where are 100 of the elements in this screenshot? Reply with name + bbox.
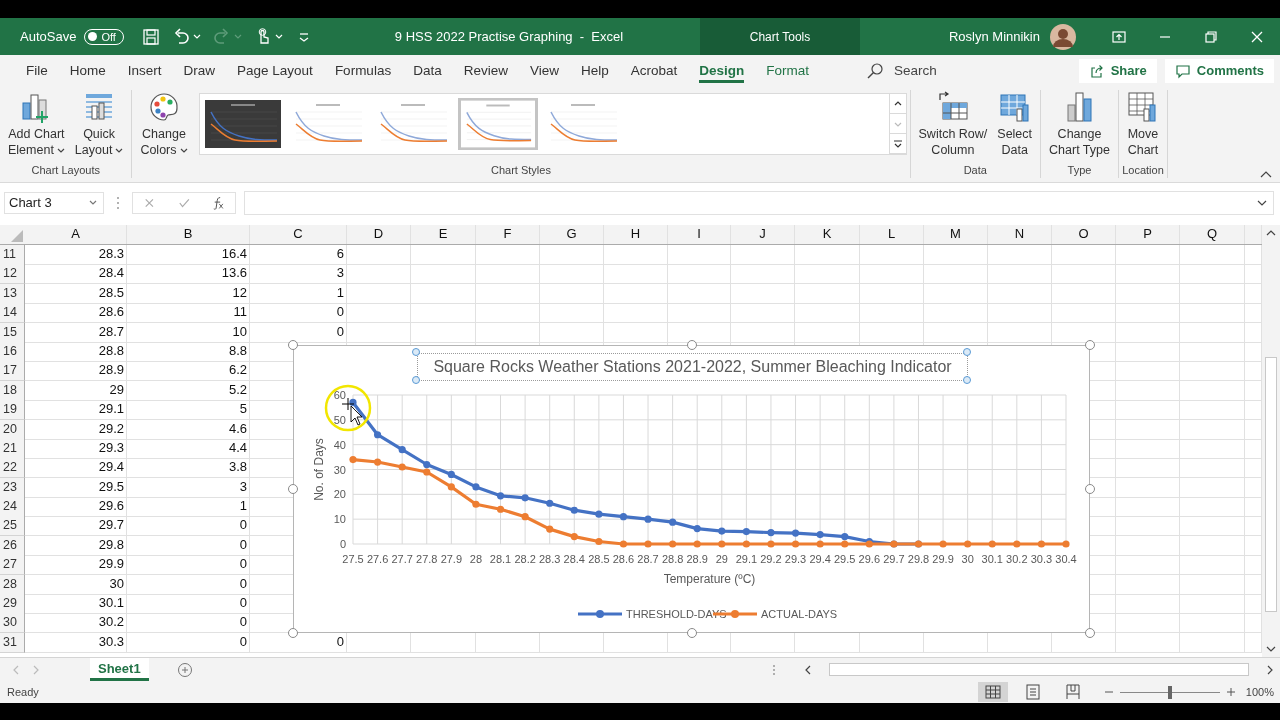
ribbon-tab[interactable]: File (15, 55, 59, 86)
row-header[interactable]: 13 (0, 283, 25, 304)
table-cell: 28.8 (25, 341, 127, 362)
search-field[interactable]: Search (892, 62, 1017, 79)
share-button[interactable]: Share (1078, 58, 1157, 83)
axis-tick-label: 60 (333, 389, 346, 401)
vertical-scrollbar[interactable] (1262, 225, 1280, 657)
restore-icon[interactable] (1203, 28, 1219, 45)
resize-handle[interactable] (1085, 340, 1095, 350)
row-header[interactable]: 29 (0, 594, 25, 615)
slider-thumb[interactable] (1167, 685, 1172, 699)
table-cell: 3 (127, 477, 250, 498)
palette-icon (147, 91, 180, 123)
resize-handle[interactable] (963, 376, 971, 384)
ribbon-tab[interactable]: View (518, 55, 570, 86)
chart-title[interactable]: Square Rocks Weather Stations 2021-2022, Summer Bleaching Indicator (417, 353, 968, 381)
ribbon-command[interactable]: Add Chart Element (3, 90, 70, 158)
ribbon-command[interactable]: Move Chart (1121, 90, 1164, 158)
ribbon-tab[interactable]: Home (58, 55, 117, 86)
ribbon-tab[interactable]: Review (452, 55, 519, 86)
column-header[interactable]: H (604, 225, 668, 244)
ribbon-tab[interactable]: Help (569, 55, 620, 86)
ribbon-command[interactable]: Quick Layout (69, 90, 129, 158)
row-header[interactable]: 12 (0, 264, 25, 285)
table-swap-icon (936, 91, 969, 123)
ribbon-command[interactable]: Switch Row/ Column (913, 90, 993, 158)
row-header[interactable]: 18 (0, 380, 25, 401)
column-header[interactable]: C (250, 225, 347, 244)
column-header[interactable]: M (924, 225, 988, 244)
row-header[interactable]: 11 (0, 245, 25, 265)
resize-handle[interactable] (686, 340, 697, 350)
row-header[interactable]: 31 (0, 632, 25, 653)
ribbon-command[interactable]: Select Data (992, 90, 1038, 158)
view-button[interactable] (977, 682, 1008, 702)
row-header[interactable]: 17 (0, 361, 25, 382)
ribbon-tab[interactable]: Acrobat (619, 55, 689, 86)
column-header[interactable]: G (540, 225, 604, 244)
column-header[interactable]: I (668, 225, 731, 244)
ribbon-command[interactable]: Change Chart Type (1044, 90, 1115, 158)
column-header[interactable]: K (795, 225, 860, 244)
name-box[interactable]: Chart 3 (4, 191, 104, 214)
row-header[interactable]: 24 (0, 497, 25, 518)
ribbon-tab[interactable]: Page Layout (226, 55, 324, 86)
row-header[interactable]: 26 (0, 535, 25, 556)
row-header[interactable]: 14 (0, 303, 25, 324)
resize-handle[interactable] (288, 484, 298, 494)
column-header[interactable]: L (860, 225, 924, 244)
row-header[interactable]: 21 (0, 438, 25, 459)
add-sheet-icon[interactable] (176, 661, 193, 678)
resize-handle[interactable] (1085, 484, 1095, 494)
row-header[interactable]: 15 (0, 322, 25, 343)
column-header[interactable]: B (127, 225, 250, 244)
zoom-in-icon[interactable] (1225, 687, 1236, 697)
comments-button[interactable]: Comments (1164, 58, 1274, 83)
chart-area[interactable] (293, 345, 1090, 633)
resize-handle[interactable] (412, 376, 420, 384)
row-header[interactable]: 23 (0, 477, 25, 498)
column-header[interactable]: D (347, 225, 411, 244)
resize-handle[interactable] (686, 628, 697, 638)
column-header[interactable]: Q (1180, 225, 1245, 244)
row-header[interactable]: 19 (0, 400, 25, 421)
column-header[interactable]: J (731, 225, 795, 244)
row-header[interactable]: 30 (0, 613, 25, 634)
column-header[interactable]: E (411, 225, 476, 244)
row-header[interactable]: 16 (0, 341, 25, 362)
column-header[interactable]: N (988, 225, 1052, 244)
collapse-icon[interactable] (1260, 170, 1272, 178)
row-header[interactable]: 20 (0, 419, 25, 440)
table-cell: 4.6 (127, 419, 250, 440)
more-icon[interactable] (891, 137, 904, 150)
row-header[interactable]: 25 (0, 516, 25, 537)
ribbon-display-icon[interactable] (1111, 28, 1127, 45)
ribbon-tab[interactable]: Design (688, 55, 756, 86)
ribbon-tab[interactable]: Format (755, 55, 821, 86)
row-header[interactable]: 27 (0, 555, 25, 576)
formula-input[interactable] (244, 190, 1274, 215)
ribbon-tab[interactable]: Draw (172, 55, 227, 86)
resize-handle[interactable] (288, 340, 298, 350)
resize-handle[interactable] (963, 348, 971, 356)
column-header[interactable]: A (25, 225, 127, 244)
axis-title: No. of Days (312, 438, 326, 501)
function-icon[interactable] (212, 195, 225, 210)
chart-style-option[interactable] (202, 98, 283, 150)
ribbon-tab[interactable]: Insert (116, 55, 173, 86)
column-header[interactable]: O (1052, 225, 1116, 244)
ribbon-tab[interactable]: Formulas (323, 55, 403, 86)
sheet-tab[interactable]: Sheet1 (90, 658, 149, 681)
row-header[interactable]: 22 (0, 458, 25, 479)
resize-handle[interactable] (1085, 628, 1095, 638)
ribbon-tab[interactable]: Data (402, 55, 453, 86)
scrollbar-thumb[interactable] (1265, 357, 1277, 612)
column-header[interactable]: P (1116, 225, 1180, 244)
ribbon-command[interactable]: Change Colors (135, 90, 193, 158)
row-header[interactable]: 28 (0, 574, 25, 595)
resize-handle[interactable] (412, 348, 420, 356)
zoom-level[interactable]: 100% (1245, 686, 1274, 698)
quick-access-button[interactable] (141, 27, 160, 46)
scrollbar-thumb[interactable] (829, 663, 1249, 676)
column-header[interactable]: F (476, 225, 540, 244)
resize-handle[interactable] (288, 628, 298, 638)
